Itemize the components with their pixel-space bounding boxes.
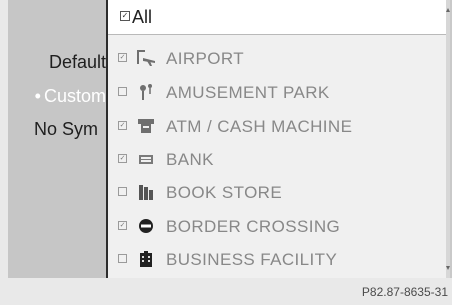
option-default-label: Default	[48, 52, 106, 72]
amusement-park-label: AMUSEMENT PARK	[166, 83, 330, 102]
amusement-park-checkbox[interactable]	[118, 87, 127, 96]
reference-code: P82.87-8635-31	[361, 285, 448, 299]
airport-label: AIRPORT	[166, 49, 245, 68]
all-label: All	[132, 7, 153, 27]
border-crossing-icon	[139, 219, 153, 233]
business-facility-icon	[140, 251, 152, 267]
airport-icon	[137, 50, 155, 66]
list-item-atm[interactable]: ✓ ATM / CASH MACHINE	[108, 110, 450, 142]
book-store-icon	[139, 185, 153, 200]
bank-label: BANK	[166, 150, 214, 169]
list-item-border-crossing[interactable]: ✓ BORDER CROSSING	[108, 210, 450, 242]
bank-icon	[139, 155, 153, 164]
atm-label: ATM / CASH MACHINE	[166, 117, 353, 136]
list-item-business-facility[interactable]: BUSINESS FACILITY	[108, 243, 450, 275]
list-item-amusement-park[interactable]: AMUSEMENT PARK	[108, 76, 450, 108]
option-no-symbols[interactable]: No Sym	[34, 119, 106, 140]
selected-dot-icon: •	[34, 86, 41, 106]
atm-checkbox[interactable]: ✓	[118, 121, 127, 130]
scroll-down-icon[interactable]	[446, 266, 450, 270]
airport-checkbox[interactable]: ✓	[118, 53, 127, 62]
option-default[interactable]: Default	[8, 52, 106, 73]
border-crossing-checkbox[interactable]: ✓	[118, 221, 127, 230]
list-scrollbar[interactable]	[446, 0, 450, 278]
book-store-label: BOOK STORE	[166, 183, 283, 202]
book-store-checkbox[interactable]	[118, 187, 127, 196]
amusement-park-icon	[140, 84, 152, 100]
border-crossing-label: BORDER CROSSING	[166, 217, 341, 236]
dropdown-header-all[interactable]: ✓ All	[108, 0, 450, 35]
list-item-book-store[interactable]: BOOK STORE	[108, 176, 450, 208]
scroll-up-icon[interactable]	[446, 8, 450, 12]
all-checkbox[interactable]: ✓	[120, 11, 130, 21]
atm-icon	[138, 119, 154, 133]
business-facility-checkbox[interactable]	[118, 254, 127, 263]
list-item-airport[interactable]: ✓ AIRPORT	[108, 42, 450, 74]
option-custom-label: Custom	[43, 86, 106, 106]
screen: Default •Custom No Sym ✓ All ✓ AIRPORT	[8, 0, 452, 278]
option-no-symbols-label: No Sym	[34, 119, 99, 139]
list-item-bank[interactable]: ✓ BANK	[108, 143, 450, 175]
left-panel: Default • Custom No Sym	[8, 0, 106, 278]
bank-checkbox[interactable]: ✓	[118, 154, 127, 163]
category-dropdown: ✓ All ✓ AIRPORT AMUSEMENT PARK ✓ ATM / C…	[106, 0, 450, 278]
business-facility-label: BUSINESS FACILITY	[166, 250, 338, 269]
option-custom[interactable]: • Custom	[8, 86, 106, 107]
